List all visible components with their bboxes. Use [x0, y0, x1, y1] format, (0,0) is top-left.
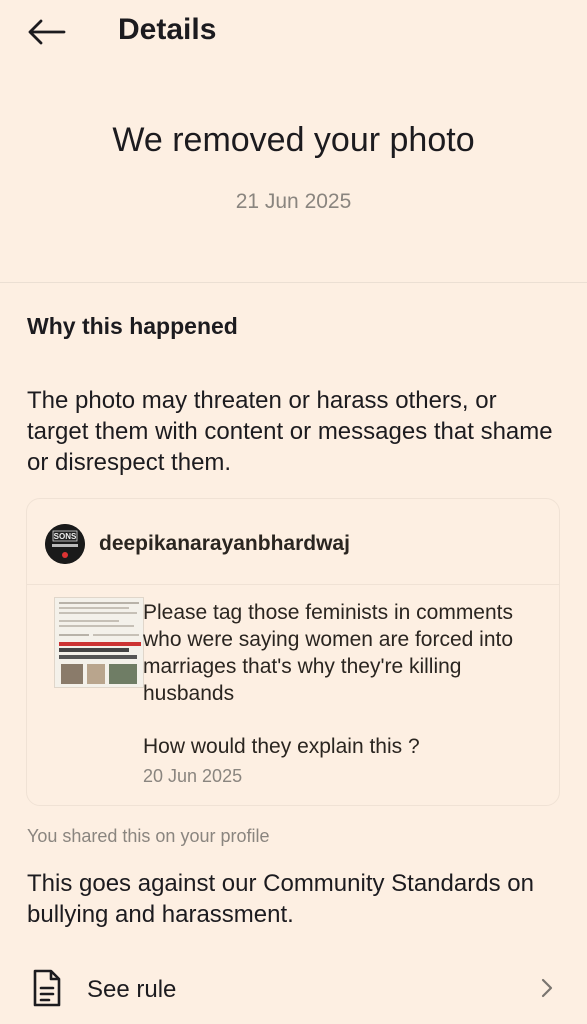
post-question: How would they explain this ?: [143, 735, 420, 758]
avatar-logo-text: SONS: [54, 532, 77, 541]
see-rule-row[interactable]: See rule: [0, 956, 587, 1022]
post-caption: Please tag those feminists in comments w…: [143, 601, 514, 705]
post-date: 20 Jun 2025: [143, 766, 243, 786]
post-author-name: deepikanarayanbhardwaj: [99, 532, 350, 555]
document-icon: [33, 969, 61, 1007]
page-title: Details: [118, 13, 217, 46]
why-heading: Why this happened: [27, 313, 238, 339]
top-bar: Details: [0, 0, 587, 62]
arrow-left-icon: [28, 19, 66, 45]
chevron-right-icon: [541, 978, 553, 998]
section-divider: [0, 282, 587, 283]
removed-post-card: SONS deepikanarayanbhardwaj Please tag t…: [26, 498, 560, 806]
shared-note: You shared this on your profile: [27, 826, 270, 846]
reason-text: The photo may threaten or harass others,…: [27, 387, 553, 476]
community-standards-text: This goes against our Community Standard…: [27, 870, 534, 928]
see-rule-label: See rule: [87, 976, 177, 1003]
removal-headline: We removed your photo: [112, 121, 475, 159]
post-author-row: SONS deepikanarayanbhardwaj: [27, 499, 559, 585]
avatar: SONS: [45, 524, 85, 564]
removal-date: 21 Jun 2025: [235, 190, 352, 213]
post-thumbnail: [54, 597, 144, 688]
back-button[interactable]: [22, 12, 70, 52]
